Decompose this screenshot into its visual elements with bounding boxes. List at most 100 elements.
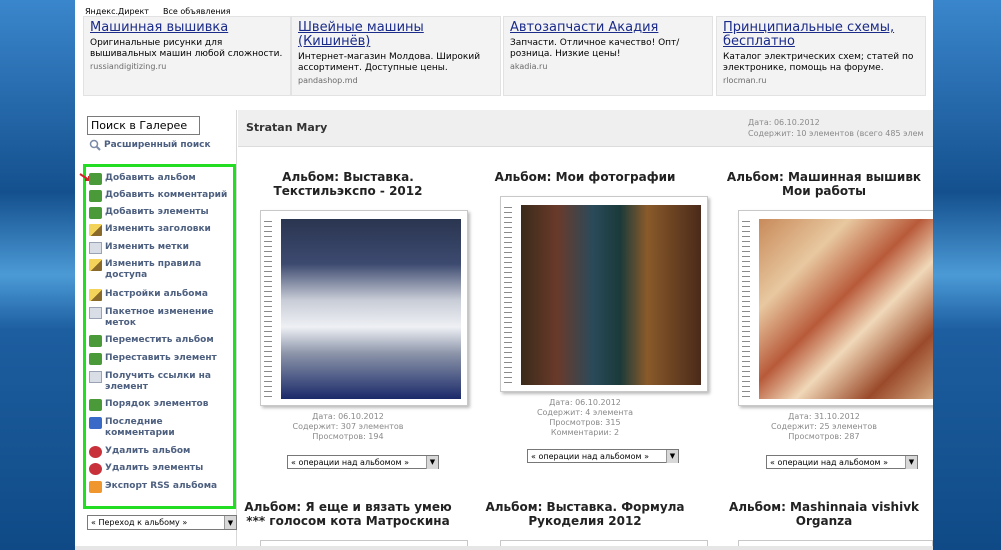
ad-block[interactable]: Принципиальные схемы, бесплатно Каталог … (716, 16, 926, 96)
menu-item-album-settings[interactable]: Настройки альбома (89, 289, 231, 301)
advanced-search-link[interactable]: Расширенный поиск (89, 139, 211, 151)
ad-title[interactable]: Машинная вышивка (90, 21, 284, 35)
menu-item-add-items[interactable]: Добавить элементы (89, 207, 231, 219)
album-date: Дата: 06.10.2012 (312, 412, 384, 421)
album-card[interactable]: Альбом: Выставка. Формула Рукоделия 2012 (475, 500, 695, 528)
goto-album-select[interactable]: « Переход к альбому » ▼ (87, 515, 237, 530)
chevron-down-icon: ▼ (666, 449, 678, 463)
ad-block[interactable]: Автозапчасти Акадия Запчасти. Отличное к… (503, 16, 713, 96)
album-contents: Содержит: 25 элементов (771, 422, 877, 431)
ad-block[interactable]: Швейные машины (Кишинёв) Интернет-магази… (291, 16, 501, 96)
album-card[interactable]: Альбом: Я еще и вязать умею *** голосом … (238, 500, 458, 528)
album-meta: Дата: 06.10.2012 Содержит: 307 элементов… (238, 412, 458, 442)
album-card[interactable]: Альбом: Мои фотографии (475, 170, 695, 184)
spiral-binding (264, 221, 272, 397)
album-views: Просмотров: 287 (788, 432, 860, 441)
menu-item-label: Пакетное изменение меток (105, 307, 214, 328)
album-title[interactable]: Альбом: Машинная вышивк Мои работы (714, 170, 933, 198)
ad-title[interactable]: Автозапчасти Акадия (510, 21, 706, 35)
menu-item-delete-items[interactable]: Удалить элементы (89, 463, 231, 475)
menu-item-batch-tags[interactable]: Пакетное изменение меток (89, 307, 231, 329)
menu-item-move-album[interactable]: Переместить альбом (89, 335, 231, 347)
reorder-item-icon (89, 353, 102, 365)
menu-item-label: Удалить альбом (105, 446, 191, 456)
chevron-down-icon: ▼ (426, 455, 438, 469)
permissions-icon (89, 259, 102, 271)
album-thumbnail-image[interactable] (521, 205, 701, 385)
get-links-icon (89, 371, 102, 383)
album-meta: Дата: 06.10.2012 Содержит: 4 элемента Пр… (475, 398, 695, 438)
sidebar: Расширенный поиск Добавить альбом Добави… (75, 110, 237, 550)
menu-item-rss[interactable]: Экспорт RSS альбома (89, 481, 231, 493)
album-card[interactable]: Альбом: Машинная вышивк Мои работы (714, 170, 933, 198)
ad-text: Интернет-магазин Молдова. Широкий ассорт… (298, 52, 481, 73)
all-ads-link[interactable]: Все объявления (163, 7, 231, 16)
menu-item-delete-album[interactable]: Удалить альбом (89, 446, 231, 458)
album-comments: Комментарии: 2 (550, 428, 620, 437)
album-operations-select[interactable]: « операции над альбомом » ▼ (527, 449, 679, 463)
delete-items-icon (89, 463, 102, 475)
album-contents: Содержит: 307 элементов (292, 422, 404, 431)
ad-url[interactable]: russiandigitizing.ru (90, 62, 284, 71)
menu-item-label: Изменить метки (105, 242, 189, 252)
album-thumbnail-image[interactable] (759, 219, 933, 399)
album-thumbnail-image[interactable] (281, 219, 461, 399)
album-card[interactable]: Альбом: Выставка. Текстильэкспо - 2012 (238, 170, 458, 198)
ad-block[interactable]: Машинная вышивка Оригинальные рисунки дл… (83, 16, 291, 96)
album-title[interactable]: Альбом: Мои фотографии (475, 170, 695, 184)
album-views: Просмотров: 315 (549, 418, 621, 427)
menu-item-reorder-item[interactable]: Переставить элемент (89, 353, 231, 365)
add-comment-icon (89, 190, 102, 202)
menu-item-get-links[interactable]: Получить ссылки на элемент (89, 371, 231, 393)
album-thumbnail-frame[interactable] (260, 210, 468, 406)
menu-item-label: Добавить комментарий (105, 190, 228, 200)
chevron-down-icon: ▼ (905, 455, 917, 469)
album-operations-select[interactable]: « операции над альбомом » ▼ (287, 455, 439, 469)
edit-captions-icon (89, 224, 102, 236)
album-meta: Дата: 31.10.2012 Содержит: 25 элементов … (714, 412, 933, 442)
album-title[interactable]: Альбом: Mashinnaia vishivk Organza (714, 500, 933, 528)
album-title[interactable]: Альбом: Выставка. Формула Рукоделия 2012 (475, 500, 695, 528)
menu-item-item-order[interactable]: Порядок элементов (89, 399, 231, 411)
yandex-direct-link[interactable]: Яндекс.Директ (85, 7, 149, 16)
ad-url[interactable]: rlocman.ru (723, 76, 919, 85)
menu-item-label: Экспорт RSS альбома (105, 481, 218, 491)
gallery-contents: Содержит: 10 элементов (всего 485 элем (748, 129, 924, 138)
gallery-meta: Дата: 06.10.2012 Содержит: 10 элементов … (748, 117, 924, 139)
ad-title[interactable]: Принципиальные схемы, бесплатно (723, 21, 919, 49)
menu-item-label: Переместить альбом (105, 335, 214, 345)
menu-item-add-album[interactable]: Добавить альбом (89, 173, 231, 185)
ad-text: Каталог электрических схем; статей по эл… (723, 52, 914, 73)
album-title[interactable]: Альбом: Я еще и вязать умею *** голосом … (238, 500, 458, 528)
ad-url[interactable]: pandashop.md (298, 76, 494, 85)
album-date: Дата: 06.10.2012 (549, 398, 621, 407)
menu-item-permissions[interactable]: Изменить правила доступа (89, 259, 231, 281)
album-operations-select[interactable]: « операции над альбомом » ▼ (766, 455, 918, 469)
gallery-date: Дата: 06.10.2012 (748, 118, 820, 127)
move-album-icon (89, 335, 102, 347)
spiral-binding (504, 207, 512, 383)
ad-title[interactable]: Швейные машины (Кишинёв) (298, 21, 494, 49)
add-items-icon (89, 207, 102, 219)
gallery-search-input[interactable] (87, 116, 200, 135)
ad-url[interactable]: akadia.ru (510, 62, 706, 71)
horizontal-scrollbar[interactable] (75, 546, 933, 550)
menu-item-label: Изменить заголовки (105, 224, 211, 234)
delete-album-icon (89, 446, 102, 458)
album-thumbnail-frame[interactable] (738, 210, 933, 406)
menu-item-edit-captions[interactable]: Изменить заголовки (89, 224, 231, 236)
advanced-search-label: Расширенный поиск (104, 140, 211, 150)
menu-item-edit-tags[interactable]: Изменить метки (89, 242, 231, 254)
rss-icon (89, 481, 102, 493)
gallery-title: Stratan Mary (246, 121, 328, 134)
background-left (0, 0, 75, 550)
menu-item-recent-comments[interactable]: Последние комментарии (89, 417, 231, 439)
album-thumbnail-frame[interactable] (500, 196, 708, 392)
menu-item-label: Изменить правила доступа (105, 259, 202, 280)
menu-item-add-comment[interactable]: Добавить комментарий (89, 190, 231, 202)
album-card[interactable]: Альбом: Mashinnaia vishivk Organza (714, 500, 933, 528)
album-title[interactable]: Альбом: Выставка. Текстильэкспо - 2012 (238, 170, 458, 198)
menu-item-label: Настройки альбома (105, 289, 208, 299)
page: Яндекс.Директ Все объявления Машинная вы… (75, 0, 933, 550)
menu-item-label: Добавить альбом (105, 173, 196, 183)
